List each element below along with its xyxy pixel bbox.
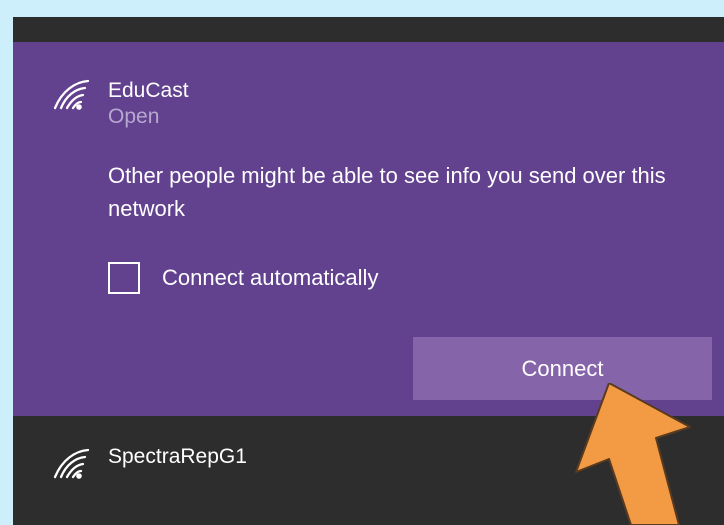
connect-automatically-label: Connect automatically: [162, 265, 379, 290]
wifi-network-flyout: EduCast Open Other people might be able …: [13, 17, 724, 525]
wifi-signal-icon: [52, 446, 90, 480]
network-name: SpectraRepG1: [108, 445, 247, 468]
connect-automatically-checkbox[interactable]: [108, 262, 140, 294]
connect-button[interactable]: Connect: [413, 337, 712, 400]
wifi-signal-icon: [52, 77, 90, 111]
connect-automatically-option[interactable]: Connect automatically: [108, 260, 378, 296]
network-list-top-edge: [13, 17, 724, 42]
network-name: EduCast: [108, 79, 189, 102]
selected-network-card[interactable]: EduCast Open Other people might be able …: [13, 42, 724, 416]
network-security-status: Open: [108, 105, 160, 128]
security-warning: Other people might be able to see info y…: [108, 163, 666, 221]
available-network-row[interactable]: SpectraRepG1: [13, 416, 724, 525]
